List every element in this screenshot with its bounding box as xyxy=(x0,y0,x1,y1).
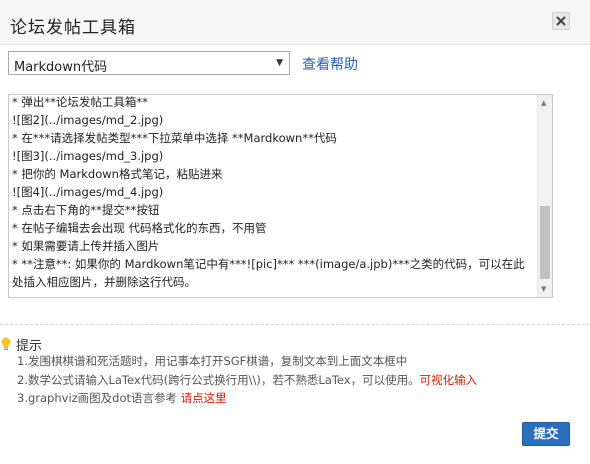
tip-line-3: 3.graphviz画图及dot语言参考 请点这里 xyxy=(17,390,227,406)
tip-line-3-text: 3.graphviz画图及dot语言参考 xyxy=(17,391,181,405)
close-button[interactable] xyxy=(552,12,570,30)
dialog-title: 论坛发帖工具箱 xyxy=(10,18,136,38)
editor-line: * 在帖子编辑去会出现 代码格式化的东西，不用管 xyxy=(12,221,267,235)
tips-title: 提示 xyxy=(16,339,43,354)
editor-line: * 把你的 Markdown格式笔记，粘贴进来 xyxy=(12,167,223,181)
editor-line: ![图4](../images/md_4.jpg) xyxy=(12,185,164,199)
scrollbar-thumb[interactable] xyxy=(540,206,550,279)
click-here-link[interactable]: 请点这里 xyxy=(181,391,227,405)
editor-line: ![图3](../images/md_3.jpg) xyxy=(12,149,164,163)
scroll-up-arrow-icon[interactable]: ▲ xyxy=(541,99,546,107)
editor-line-text: ![图2](../images/md_2.jpg) xyxy=(12,113,164,127)
editor-content: * 弹出**论坛发帖工具箱** ![图2](../images/md_2.jpg… xyxy=(12,95,532,291)
post-type-select[interactable]: Markdown代码 ▼ xyxy=(8,51,290,75)
tip-line-1: 1.发围棋棋谱和死活题时，用记事本打开SGF棋谱，复制文本到上面文本框中 xyxy=(17,354,408,368)
lightbulb-icon xyxy=(1,337,11,350)
submit-button[interactable]: 提交 xyxy=(522,422,570,446)
dialog-title-bar: 论坛发帖工具箱 xyxy=(0,0,590,45)
forum-post-toolbox-dialog: 论坛发帖工具箱 Markdown代码 ▼ 查看帮助 * 弹出**论坛发帖工具箱*… xyxy=(0,0,590,464)
editor-line: * 点击右下角的**提交**按钮 xyxy=(12,203,160,217)
editor-line: * 在***请选择发帖类型***下拉菜单中选择 **Mardkown**代码 xyxy=(12,131,337,145)
chevron-down-icon: ▼ xyxy=(276,58,283,68)
markdown-textarea[interactable]: * 弹出**论坛发帖工具箱** ![图2](../images/md_2.jpg… xyxy=(8,94,553,298)
tip-line-2: 2.数学公式请输入LaTex代码(跨行公式换行用\\)，若不熟悉LaTex，可以… xyxy=(17,372,477,388)
editor-line: * **注意**: 如果你的 Mardkown笔记中有***![pic]*** … xyxy=(12,257,525,289)
close-icon xyxy=(556,16,566,26)
scroll-down-arrow-icon[interactable]: ▼ xyxy=(541,285,546,293)
tip-line-2-text: 2.数学公式请输入LaTex代码(跨行公式换行用\\)，若不熟悉LaTex，可以… xyxy=(17,373,420,387)
editor-line: * 如果需要请上传并插入图片 xyxy=(12,239,160,253)
section-divider xyxy=(0,324,590,325)
post-type-select-value: Markdown代码 xyxy=(14,60,108,75)
view-help-link[interactable]: 查看帮助 xyxy=(302,54,358,74)
editor-line: ![图2](../images/md_2.jpg) xyxy=(12,111,532,129)
editor-scrollbar[interactable]: ▲ ▼ xyxy=(537,95,552,297)
editor-line: * 弹出**论坛发帖工具箱** xyxy=(12,95,148,109)
visual-input-link[interactable]: 可视化输入 xyxy=(420,373,478,387)
